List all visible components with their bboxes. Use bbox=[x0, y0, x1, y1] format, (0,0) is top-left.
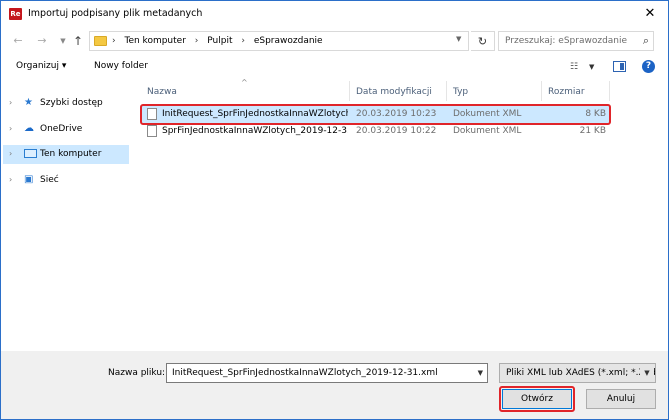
file-list: ^ Nazwa Data modyfikacji Typ Rozmiar Ini… bbox=[139, 78, 668, 349]
breadcrumb-item-computer[interactable]: Ten komputer bbox=[124, 36, 185, 46]
column-header-label: Nazwa bbox=[147, 87, 177, 97]
search-input[interactable]: Przeszukaj: eSprawozdanie ⌕ bbox=[498, 31, 654, 51]
breadcrumb-separator: › bbox=[194, 36, 199, 46]
close-button[interactable]: ✕ bbox=[638, 5, 662, 23]
address-row: ← → ▼ ↑ › Ten komputer › Pulpit › eSpraw… bbox=[1, 28, 668, 54]
nav-item-network[interactable]: › ▣ Sieć bbox=[3, 171, 129, 190]
column-header-type[interactable]: Typ bbox=[447, 81, 542, 101]
breadcrumb-separator: › bbox=[112, 36, 116, 46]
filename-history-chevron-icon[interactable]: ▼ bbox=[478, 369, 483, 377]
file-open-dialog: Re Importuj podpisany plik metadanych ✕ … bbox=[0, 0, 669, 420]
filter-chevron-down-icon[interactable]: ▼ bbox=[640, 366, 654, 380]
nav-item-label: Ten komputer bbox=[40, 149, 102, 159]
help-icon[interactable]: ? bbox=[642, 60, 655, 73]
preview-pane-icon[interactable] bbox=[613, 61, 626, 72]
address-dropdown-chevron-icon[interactable]: ▼ bbox=[456, 35, 461, 43]
filename-label: Nazwa pliku: bbox=[108, 368, 166, 378]
nav-item-label: Sieć bbox=[40, 175, 59, 185]
expand-chevron-icon[interactable]: › bbox=[9, 98, 12, 107]
column-header-label: Data modyfikacji bbox=[356, 87, 432, 97]
sort-ascending-icon: ^ bbox=[241, 78, 248, 87]
column-header-name[interactable]: ^ Nazwa bbox=[141, 78, 350, 101]
folder-icon bbox=[94, 36, 107, 46]
column-header-size[interactable]: Rozmiar bbox=[542, 81, 610, 101]
open-button[interactable]: Otwórz bbox=[502, 389, 572, 409]
title-bar: Re Importuj podpisany plik metadanych ✕ bbox=[1, 1, 668, 27]
nav-item-this-pc[interactable]: › Ten komputer bbox=[3, 145, 129, 164]
filter-value: Pliki XML lub XAdES (*.xml; *.Xades) bbox=[506, 368, 656, 378]
cloud-icon: ☁ bbox=[24, 123, 34, 134]
address-bar[interactable]: › Ten komputer › Pulpit › eSprawozdanie … bbox=[89, 31, 469, 51]
expand-chevron-icon[interactable]: › bbox=[9, 175, 12, 184]
computer-icon bbox=[24, 149, 37, 158]
cancel-button[interactable]: Anuluj bbox=[586, 389, 656, 409]
search-placeholder: Przeszukaj: eSprawozdanie bbox=[505, 36, 628, 46]
nav-item-quick-access[interactable]: › ★ Szybki dostęp bbox=[3, 94, 129, 113]
breadcrumb-separator: › bbox=[241, 36, 245, 46]
nav-item-label: OneDrive bbox=[40, 124, 83, 134]
table-row[interactable]: SprFinJednostkaInnaWZlotych_2019-12-3...… bbox=[141, 123, 610, 140]
expand-chevron-icon[interactable]: › bbox=[9, 149, 12, 158]
organize-button[interactable]: Organizuj ▾ bbox=[16, 61, 66, 71]
table-row[interactable]: InitRequest_SprFinJednostkaInnaWZlotych.… bbox=[140, 104, 611, 125]
forward-arrow-icon[interactable]: → bbox=[35, 33, 49, 49]
back-arrow-icon[interactable]: ← bbox=[11, 33, 25, 49]
file-type: Dokument XML bbox=[453, 126, 522, 136]
breadcrumb-item-desktop[interactable]: Pulpit bbox=[207, 36, 232, 46]
expand-chevron-icon[interactable]: › bbox=[9, 124, 12, 133]
view-options-icon[interactable]: ☷ bbox=[570, 62, 578, 72]
file-size: 21 KB bbox=[579, 126, 606, 136]
recent-locations-chevron-icon[interactable]: ▼ bbox=[56, 33, 70, 49]
file-date: 20.03.2019 10:22 bbox=[356, 126, 437, 136]
file-name: SprFinJednostkaInnaWZlotych_2019-12-3... bbox=[162, 126, 348, 136]
dialog-title: Importuj podpisany plik metadanych bbox=[28, 8, 203, 19]
selection-highlight-frame bbox=[140, 104, 611, 125]
breadcrumb-item-esprawozdanie[interactable]: eSprawozdanie bbox=[254, 36, 323, 46]
breadcrumb: › Ten komputer › Pulpit › eSprawozdanie bbox=[112, 36, 329, 46]
filename-field[interactable]: InitRequest_SprFinJednostkaInnaWZlotych_… bbox=[166, 363, 488, 383]
app-logo-icon: Re bbox=[9, 8, 22, 20]
column-header-label: Rozmiar bbox=[548, 87, 585, 97]
navigation-pane: › ★ Szybki dostęp › ☁ OneDrive › Ten kom… bbox=[1, 81, 135, 349]
view-dropdown-chevron-icon[interactable]: ▼ bbox=[589, 63, 594, 71]
network-icon: ▣ bbox=[24, 174, 34, 185]
nav-item-onedrive[interactable]: › ☁ OneDrive bbox=[3, 120, 129, 139]
search-icon[interactable]: ⌕ bbox=[643, 34, 649, 48]
file-type-filter-select[interactable]: Pliki XML lub XAdES (*.xml; *.Xades) ▼ bbox=[499, 363, 656, 383]
star-icon: ★ bbox=[24, 97, 33, 108]
new-folder-button[interactable]: Nowy folder bbox=[94, 61, 148, 71]
xml-file-icon bbox=[147, 125, 157, 137]
filename-value: InitRequest_SprFinJednostkaInnaWZlotych_… bbox=[172, 368, 438, 378]
command-toolbar: Organizuj ▾ Nowy folder ☷ ▼ ? bbox=[1, 57, 668, 79]
nav-item-label: Szybki dostęp bbox=[40, 98, 103, 108]
refresh-icon[interactable]: ↻ bbox=[471, 31, 495, 51]
up-arrow-icon[interactable]: ↑ bbox=[71, 33, 85, 49]
dialog-footer: Nazwa pliku: InitRequest_SprFinJednostka… bbox=[1, 351, 668, 419]
column-header-label: Typ bbox=[453, 87, 469, 97]
column-header-date[interactable]: Data modyfikacji bbox=[350, 81, 447, 101]
